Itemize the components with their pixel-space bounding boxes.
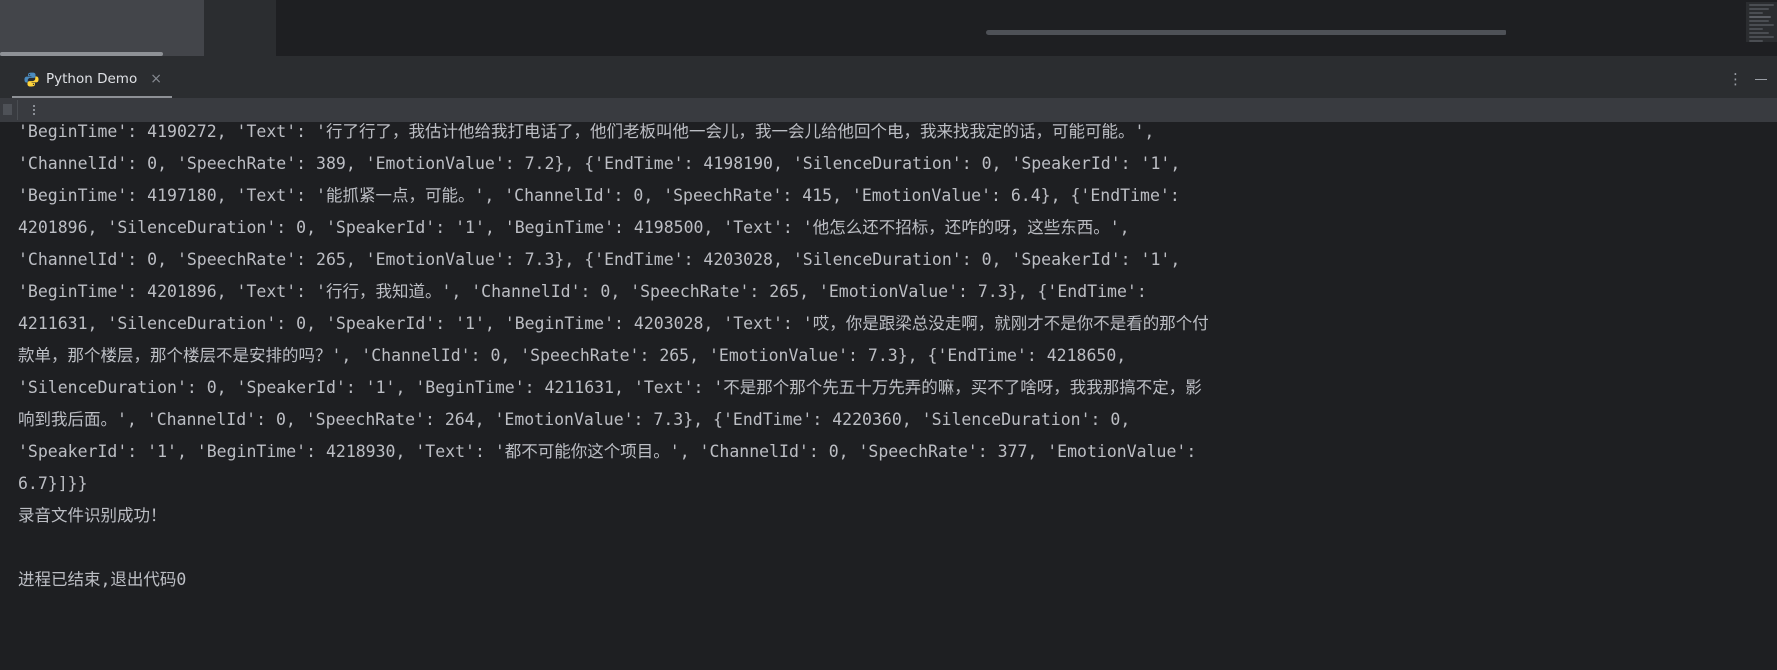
minimize-icon[interactable] bbox=[1755, 70, 1767, 88]
horizontal-scrollbar[interactable] bbox=[986, 30, 1507, 35]
console-line-11: 6.7}]}} bbox=[18, 474, 88, 493]
console-exit-message: 进程已结束,退出代码0 bbox=[18, 570, 187, 589]
code-minimap[interactable] bbox=[1746, 2, 1777, 42]
console-success-message: 录音文件识别成功！ bbox=[18, 506, 167, 525]
console-gutter bbox=[0, 122, 18, 670]
chrome-panel-right bbox=[1506, 0, 1777, 56]
console-toolbar bbox=[0, 98, 1777, 122]
chrome-panel-gap bbox=[204, 0, 276, 42]
console-line-2: 'BeginTime': 4197180, 'Text': '能抓紧一点，可能。… bbox=[18, 186, 1180, 205]
console-line-6: 4211631, 'SilenceDuration': 0, 'SpeakerI… bbox=[18, 314, 1209, 333]
drag-handle[interactable] bbox=[3, 104, 12, 115]
close-icon[interactable]: × bbox=[150, 72, 162, 86]
console-line-4: 'ChannelId': 0, 'SpeechRate': 265, 'Emot… bbox=[18, 250, 1181, 269]
console-line-5: 'BeginTime': 4201896, 'Text': '行行，我知道。',… bbox=[18, 282, 1147, 301]
tab-python-demo[interactable]: Python Demo × bbox=[12, 60, 172, 98]
console-text: 'BeginTime': 4190272, 'Text': '行了行了，我估计他… bbox=[18, 122, 1777, 596]
editor-area-remnant bbox=[276, 0, 1506, 56]
console-line-7: 款单，那个楼层，那个楼层不是安排的吗？', 'ChannelId': 0, 'S… bbox=[18, 346, 1127, 365]
run-tool-window-tabbar: Python Demo × ⋮ bbox=[0, 60, 1777, 98]
chrome-panel-left bbox=[0, 0, 204, 56]
console-options-icon[interactable] bbox=[26, 100, 42, 120]
chrome-panel-left-underline bbox=[0, 52, 163, 56]
console-line-8: 'SilenceDuration': 0, 'SpeakerId': '1', … bbox=[18, 378, 1202, 397]
tab-label: Python Demo bbox=[46, 71, 138, 87]
toolbar-divider bbox=[17, 100, 18, 120]
window-chrome bbox=[0, 0, 1777, 60]
console-output-panel[interactable]: 'BeginTime': 4190272, 'Text': '行了行了，我估计他… bbox=[0, 122, 1777, 670]
console-line-9: 响到我后面。', 'ChannelId': 0, 'SpeechRate': 2… bbox=[18, 410, 1131, 429]
console-line-3: 4201896, 'SilenceDuration': 0, 'SpeakerI… bbox=[18, 218, 1130, 237]
console-line-10: 'SpeakerId': '1', 'BeginTime': 4218930, … bbox=[18, 442, 1197, 461]
more-options-icon[interactable]: ⋮ bbox=[1728, 70, 1743, 88]
python-logo-icon bbox=[24, 72, 39, 86]
console-line-0: 'BeginTime': 4190272, 'Text': '行了行了，我估计他… bbox=[18, 122, 1155, 141]
console-line-1: 'ChannelId': 0, 'SpeechRate': 389, 'Emot… bbox=[18, 154, 1181, 173]
